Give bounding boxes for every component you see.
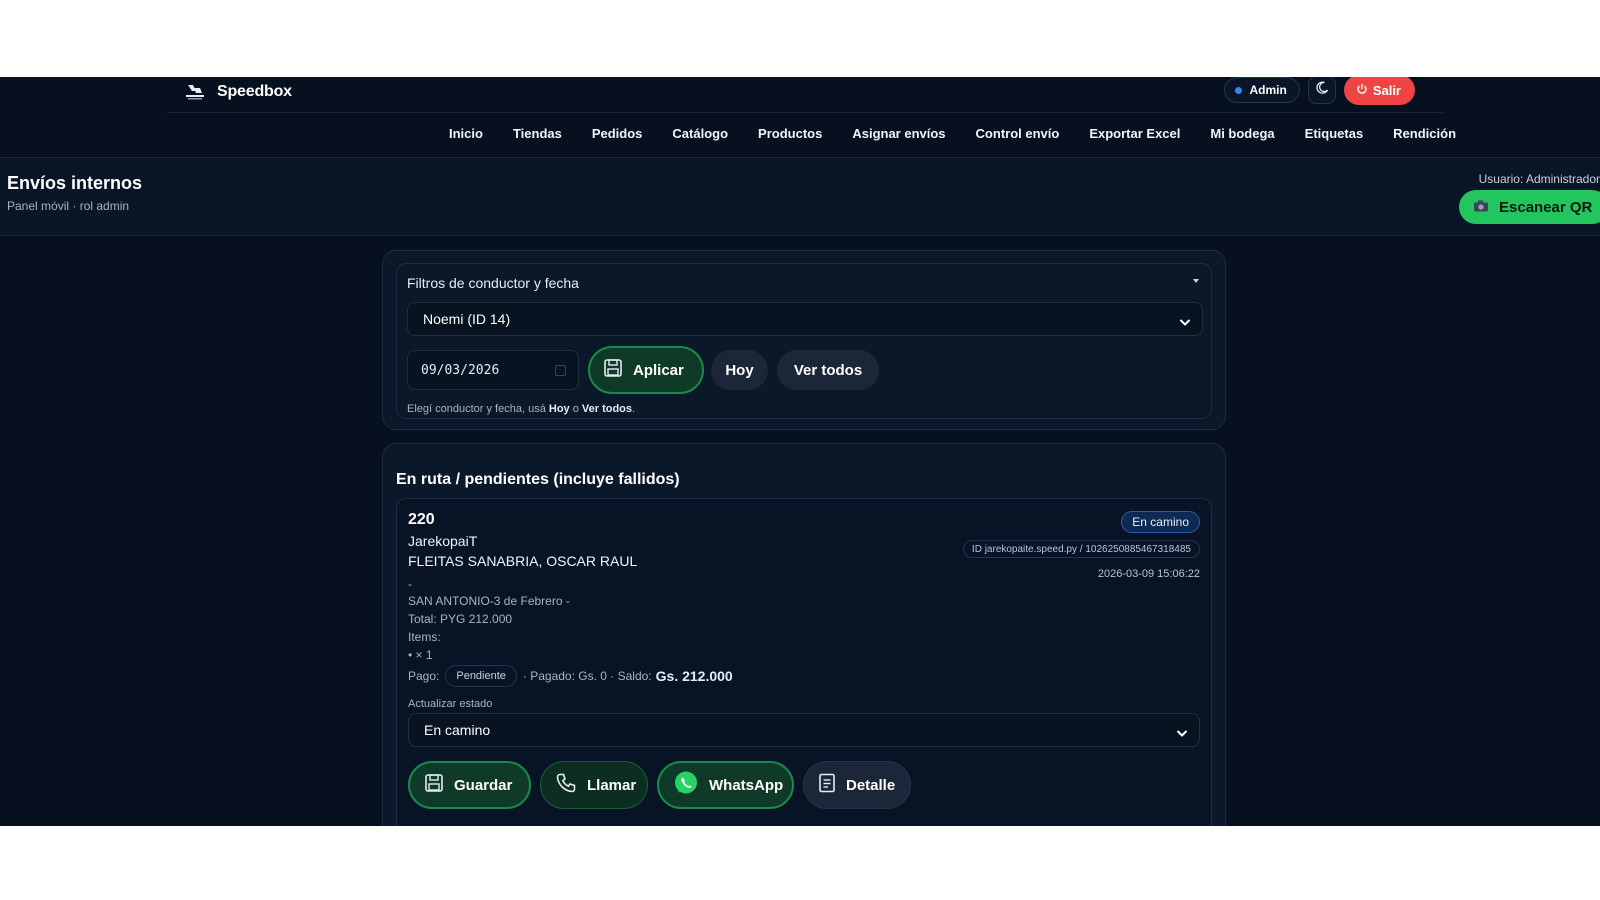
save-icon xyxy=(424,773,444,797)
app-root: Speedbox Admin Salir Inicio Tiendas Pedi… xyxy=(0,77,1600,826)
nav-item-control-envio[interactable]: Control envío xyxy=(976,126,1060,141)
nav-item-asignar-envios[interactable]: Asignar envíos xyxy=(852,126,945,141)
nav-item-tiendas[interactable]: Tiendas xyxy=(513,126,562,141)
nav-items: Inicio Tiendas Pedidos Catálogo Producto… xyxy=(449,126,1486,141)
admin-label: Admin xyxy=(1249,83,1287,97)
filters-hint: Elegí conductor y fecha, usá Hoy o Ver t… xyxy=(407,403,635,415)
scan-qr-label: Escanear QR xyxy=(1499,198,1593,216)
pay-label: Pago: xyxy=(408,669,440,683)
driver-select[interactable]: Noemi (ID 14) xyxy=(407,302,1203,336)
document-icon xyxy=(818,773,836,797)
save-icon xyxy=(603,358,623,382)
page-title: Envíos internos xyxy=(7,173,143,193)
nav-item-etiquetas[interactable]: Etiquetas xyxy=(1305,126,1364,141)
whatsapp-icon xyxy=(673,770,699,800)
top-bar: Speedbox Admin Salir xyxy=(167,77,1443,113)
driver-select-value: Noemi (ID 14) xyxy=(423,311,511,327)
theme-toggle-button[interactable] xyxy=(1307,77,1336,104)
order-total: Total: PYG 212.000 xyxy=(408,612,513,626)
order-customer: FLEITAS SANABRIA, OSCAR RAUL xyxy=(408,553,638,569)
hint-suffix: . xyxy=(632,403,636,415)
apply-button[interactable]: Aplicar xyxy=(588,346,704,394)
payment-row: Pago: Pendiente · Pagado: Gs. 0 · Saldo:… xyxy=(408,665,733,687)
logout-button[interactable]: Salir xyxy=(1343,77,1415,105)
date-input[interactable]: 09/03/2026 xyxy=(407,350,579,390)
chevron-down-icon xyxy=(1176,725,1188,741)
order-card: 220 JarekopaiT FLEITAS SANABRIA, OSCAR R… xyxy=(396,498,1212,826)
main-nav: Inicio Tiendas Pedidos Catálogo Producto… xyxy=(0,113,1600,158)
nav-item-productos[interactable]: Productos xyxy=(758,126,822,141)
hint-all: Ver todos xyxy=(581,403,633,415)
logout-label: Salir xyxy=(1372,82,1401,98)
order-id-badge: ID jarekopaite.speed.py / 10262508854673… xyxy=(962,540,1200,558)
order-number: 220 xyxy=(408,511,435,528)
detail-label: Detalle xyxy=(846,776,896,794)
saldo-value: Gs. 212.000 xyxy=(655,668,733,684)
filters-card: Filtros de conductor y fecha Noemi (ID 1… xyxy=(382,250,1226,430)
orders-title: En ruta / pendientes (incluye fallidos) xyxy=(396,471,680,488)
date-value: 09/03/2026 xyxy=(421,362,500,378)
call-button[interactable]: Llamar xyxy=(540,761,648,809)
page-header: Envíos internos Panel móvil · rol admin … xyxy=(0,159,1600,236)
hint-prefix: Elegí conductor y fecha, usá xyxy=(407,403,549,415)
paid-text: · Pagado: Gs. 0 · Saldo: xyxy=(522,669,652,683)
today-label: Hoy xyxy=(725,361,754,379)
view-all-label: Ver todos xyxy=(793,361,863,379)
admin-badge[interactable]: Admin xyxy=(1224,77,1300,103)
moon-icon xyxy=(1315,80,1329,100)
hint-today: Hoy xyxy=(548,403,570,415)
status-badge: En camino xyxy=(1121,511,1200,533)
user-label: Usuario: Administrador xyxy=(1478,172,1600,186)
top-actions: Admin Salir xyxy=(1224,77,1415,105)
order-store: JarekopaiT xyxy=(408,533,478,549)
order-dash: - xyxy=(408,577,412,591)
status-dot-icon xyxy=(1235,86,1243,94)
phone-icon xyxy=(555,772,577,798)
status-select[interactable]: En camino xyxy=(408,713,1200,747)
pay-status-badge: Pendiente xyxy=(445,665,517,687)
view-all-button[interactable]: Ver todos xyxy=(777,350,879,390)
page-subtitle: Panel móvil · rol admin xyxy=(7,199,130,213)
order-items-label: Items: xyxy=(408,630,441,644)
brand[interactable]: Speedbox xyxy=(183,81,292,103)
apply-label: Aplicar xyxy=(633,361,684,379)
today-button[interactable]: Hoy xyxy=(711,350,768,390)
order-item-line: • × 1 xyxy=(408,648,433,662)
scan-qr-button[interactable]: Escanear QR xyxy=(1459,190,1600,224)
nav-item-catalogo[interactable]: Catálogo xyxy=(672,126,728,141)
speedbox-logo-icon xyxy=(183,81,207,103)
nav-item-rendicion[interactable]: Rendición xyxy=(1393,126,1456,141)
order-address: SAN ANTONIO-3 de Febrero - xyxy=(408,594,570,608)
brand-name: Speedbox xyxy=(217,83,292,100)
camera-icon xyxy=(1473,199,1489,216)
whatsapp-label: WhatsApp xyxy=(709,776,784,794)
status-select-value: En camino xyxy=(424,722,491,738)
power-icon xyxy=(1356,83,1368,98)
save-label: Guardar xyxy=(454,776,513,794)
save-button[interactable]: Guardar xyxy=(408,761,531,809)
nav-item-mi-bodega[interactable]: Mi bodega xyxy=(1210,126,1274,141)
caret-down-icon[interactable] xyxy=(1193,279,1199,283)
orders-card: En ruta / pendientes (incluye fallidos) … xyxy=(382,443,1226,826)
chevron-down-icon xyxy=(1179,314,1191,330)
hint-mid: o xyxy=(569,403,582,415)
filters-panel: Filtros de conductor y fecha Noemi (ID 1… xyxy=(396,263,1212,419)
order-actions: Guardar Llamar WhatsApp Detalle xyxy=(408,761,911,809)
nav-item-exportar-excel[interactable]: Exportar Excel xyxy=(1089,126,1180,141)
whatsapp-button[interactable]: WhatsApp xyxy=(657,761,794,809)
calendar-icon[interactable] xyxy=(555,365,566,376)
detail-button[interactable]: Detalle xyxy=(803,761,911,809)
nav-item-pedidos[interactable]: Pedidos xyxy=(592,126,643,141)
update-status-label: Actualizar estado xyxy=(408,698,493,710)
order-date: 2026-03-09 15:06:22 xyxy=(1097,568,1200,580)
call-label: Llamar xyxy=(587,776,637,794)
nav-item-inicio[interactable]: Inicio xyxy=(449,126,483,141)
filters-title[interactable]: Filtros de conductor y fecha xyxy=(407,275,579,291)
